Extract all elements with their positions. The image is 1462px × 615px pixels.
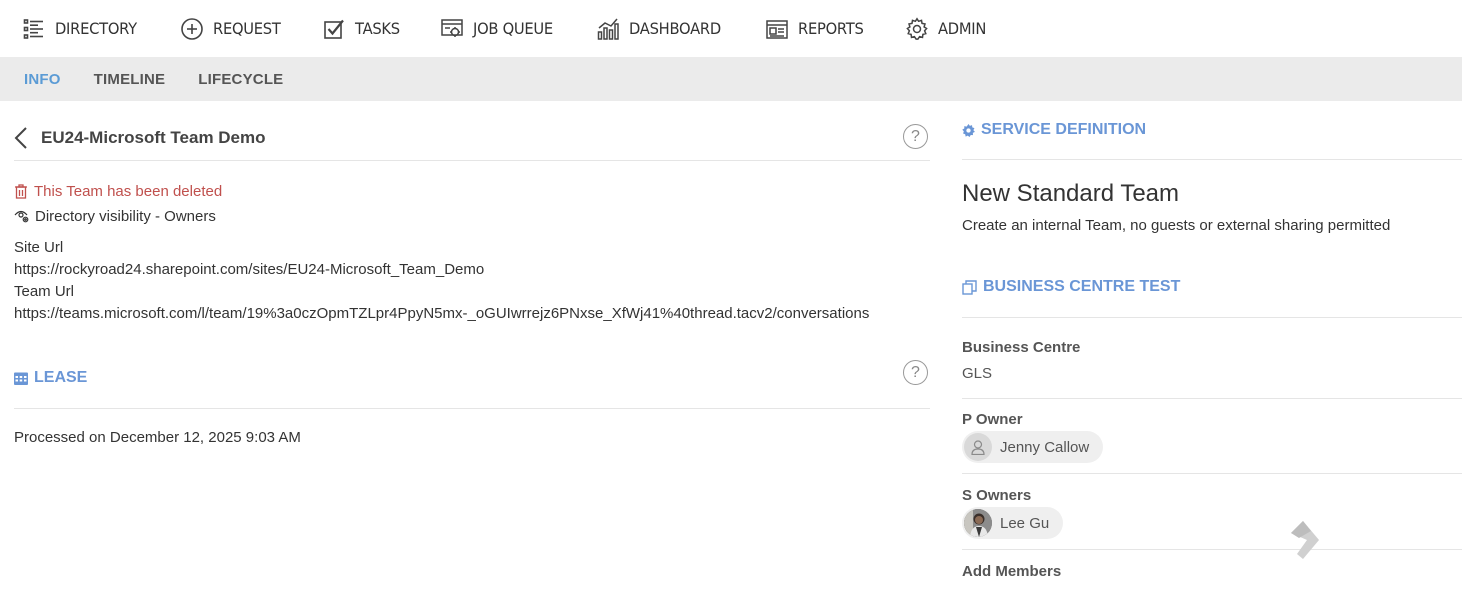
tab-info[interactable]: INFO	[24, 71, 61, 88]
calendar-icon	[14, 372, 28, 385]
team-url-value[interactable]: https://teams.microsoft.com/l/team/19%3a…	[14, 303, 928, 325]
p-owner-label: P Owner	[962, 411, 1023, 428]
service-panel: SERVICE DEFINITION New Standard Team Cre…	[962, 101, 1462, 580]
team-info-panel: EU24-Microsoft Team Demo ? This Team has…	[14, 101, 930, 446]
chevron-right-icon	[1291, 521, 1319, 559]
reports-icon	[766, 19, 788, 39]
service-definition-header: SERVICE DEFINITION	[962, 101, 1462, 160]
back-button[interactable]	[14, 125, 36, 151]
nav-request[interactable]: REQUEST	[180, 0, 286, 57]
nav-directory[interactable]: DIRECTORY	[22, 0, 144, 57]
scroll-arrow-button[interactable]	[1289, 521, 1319, 559]
title-row: EU24-Microsoft Team Demo ?	[14, 101, 930, 161]
nav-dashboard[interactable]: DASHBOARD	[596, 0, 729, 57]
lease-heading-text: LEASE	[34, 368, 88, 386]
site-url-label: Site Url	[14, 239, 64, 256]
business-centre-header: BUSINESS CENTRE TEST	[962, 263, 1462, 318]
page-title: EU24-Microsoft Team Demo	[41, 127, 266, 147]
gear-icon	[906, 16, 929, 40]
s-owner-chip[interactable]: Lee Gu	[962, 507, 1064, 539]
nav-tasks-label: TASKS	[355, 19, 401, 38]
tab-bar: INFO TIMELINE LIFECYCLE	[0, 57, 1462, 101]
business-centre-label: Business Centre	[962, 339, 1081, 356]
s-owners-label: S Owners	[962, 487, 1032, 504]
processed-date: Processed on December 12, 2025 9:03 AM	[14, 429, 301, 446]
p-owner-field: P Owner Jenny Callow	[962, 399, 1462, 474]
person-icon	[971, 439, 985, 455]
top-nav: DIRECTORY REQUEST TASKS JOB QUEUE DASHBO…	[0, 0, 1462, 57]
business-centre-heading-text: BUSINESS CENTRE TEST	[983, 278, 1181, 295]
tab-timeline[interactable]: TIMELINE	[94, 71, 166, 88]
eye-settings-icon	[14, 210, 29, 223]
avatar	[964, 433, 992, 461]
deleted-status-text: This Team has been deleted	[34, 182, 223, 200]
chevron-left-icon	[14, 126, 27, 149]
s-owner-name: Lee Gu	[1000, 514, 1050, 532]
s-owners-field: S Owners Lee Gu	[962, 474, 1462, 550]
nav-admin-label: ADMIN	[938, 19, 987, 38]
help-icon[interactable]: ?	[903, 124, 928, 149]
trash-icon	[15, 183, 27, 199]
nav-job-queue-label: JOB QUEUE	[473, 19, 554, 38]
nav-request-label: REQUEST	[212, 19, 281, 38]
nav-admin[interactable]: ADMIN	[905, 0, 990, 57]
p-owner-chip[interactable]: Jenny Callow	[962, 431, 1104, 463]
copy-icon	[962, 279, 977, 295]
service-description: Create an internal Team, no guests or ex…	[962, 217, 1391, 234]
business-centre-heading: BUSINESS CENTRE TEST	[962, 278, 1180, 296]
business-centre-value: GLS	[962, 365, 993, 382]
lease-help-icon[interactable]: ?	[903, 360, 928, 385]
deleted-status: This Team has been deleted	[14, 181, 930, 201]
service-name: New Standard Team	[962, 180, 1180, 207]
checkbox-icon	[324, 19, 345, 39]
profile-photo	[964, 509, 992, 537]
bar-chart-icon	[597, 18, 619, 40]
plus-circle-icon	[181, 17, 203, 40]
url-block: Site Url https://rockyroad24.sharepoint.…	[14, 237, 930, 325]
nav-reports[interactable]: REPORTS	[765, 0, 869, 57]
business-centre-field: Business Centre GLS	[962, 318, 1462, 399]
p-owner-name: Jenny Callow	[1000, 438, 1090, 456]
add-members-label: Add Members	[962, 563, 1062, 580]
team-url-label: Team Url	[14, 283, 75, 300]
nav-dashboard-label: DASHBOARD	[629, 19, 722, 38]
service-definition-heading: SERVICE DEFINITION	[962, 121, 1146, 139]
nav-tasks[interactable]: TASKS	[322, 0, 404, 57]
tab-lifecycle[interactable]: LIFECYCLE	[198, 71, 283, 88]
avatar	[964, 509, 992, 537]
nav-job-queue[interactable]: JOB QUEUE	[440, 0, 560, 57]
lease-header: LEASE ?	[14, 347, 930, 409]
directory-visibility-text: Directory visibility - Owners	[35, 207, 216, 225]
job-queue-icon	[441, 18, 464, 37]
list-icon	[23, 18, 43, 39]
nav-directory-label: DIRECTORY	[55, 19, 137, 38]
cog-icon	[962, 123, 975, 137]
directory-visibility: Directory visibility - Owners	[14, 206, 930, 226]
nav-reports-label: REPORTS	[798, 19, 864, 38]
service-definition-heading-text: SERVICE DEFINITION	[981, 121, 1147, 138]
site-url-value[interactable]: https://rockyroad24.sharepoint.com/sites…	[14, 259, 930, 281]
lease-heading: LEASE	[14, 369, 87, 387]
